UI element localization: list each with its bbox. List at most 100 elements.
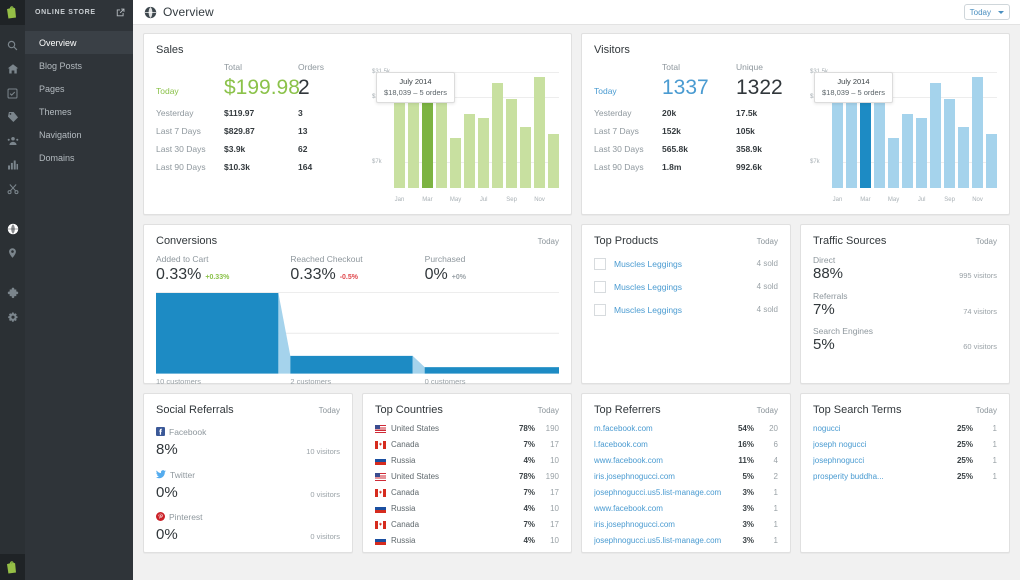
sidebar-item-navigation[interactable]: Navigation [25, 123, 133, 146]
products-tag-icon[interactable] [0, 105, 25, 129]
chart-bar[interactable] [930, 83, 941, 188]
row-name[interactable]: josephnogucci.us5.list-manage.com [594, 488, 726, 497]
chart-x-tick-label: May [450, 197, 461, 203]
stat-label: Reached Checkout [290, 254, 424, 264]
row-name[interactable]: l.facebook.com [594, 440, 726, 449]
chart-bar[interactable] [958, 127, 969, 188]
chart-bar[interactable] [394, 97, 405, 188]
row-percent: 78% [507, 472, 535, 481]
sidebar-item-domains[interactable]: Domains [25, 146, 133, 169]
rail-bottom-shopify-bag-icon[interactable] [0, 554, 25, 580]
settings-gear-icon[interactable] [0, 305, 25, 329]
apps-puzzle-icon[interactable] [0, 281, 25, 305]
row-name[interactable]: josephnogucci.us5.list-manage.com [594, 536, 726, 545]
list-item[interactable]: josephnogucci.us5.list-manage.com3%1 [594, 533, 778, 548]
row-percent: 4% [507, 536, 535, 545]
list-item[interactable]: prosperity buddha...25%1 [813, 469, 997, 484]
home-icon[interactable] [0, 57, 25, 81]
tooltip-detail: $18,039 – 5 orders [822, 88, 885, 97]
row-name[interactable]: joseph nogucci [813, 440, 945, 449]
row-name[interactable]: josephnogucci [813, 456, 945, 465]
chart-bar[interactable] [534, 77, 545, 188]
chart-bar[interactable] [846, 95, 857, 188]
external-link-icon[interactable] [116, 8, 125, 17]
top-referrers-list: m.facebook.com54%20l.facebook.com16%6www… [594, 421, 778, 548]
list-item[interactable]: josephnogucci25%1 [813, 453, 997, 468]
card-visitors-header: Visitors [594, 44, 997, 56]
chart-bar[interactable] [888, 138, 899, 188]
shopify-bag-icon[interactable] [0, 0, 25, 25]
chart-bar[interactable] [506, 99, 517, 188]
list-item[interactable]: www.facebook.com3%1 [594, 501, 778, 516]
card-top-referrers-header: Top Referrers Today [594, 404, 778, 416]
sidebar-item-pages[interactable]: Pages [25, 77, 133, 100]
chart-bar[interactable] [916, 118, 927, 188]
chart-bar[interactable] [986, 134, 997, 188]
card-range-label: Today [757, 237, 778, 246]
chart-bar[interactable] [422, 95, 433, 188]
row-label: Last 90 Days [594, 162, 662, 172]
list-item[interactable]: Muscles Leggings 4 sold [594, 298, 778, 321]
chart-bar[interactable] [944, 99, 955, 188]
column-header-unique: Unique [736, 62, 806, 72]
top-bar: Overview Today [133, 0, 1020, 25]
row-name[interactable]: prosperity buddha... [813, 472, 945, 481]
sidebar-item-themes[interactable]: Themes [25, 100, 133, 123]
list-item[interactable]: www.facebook.com11%4 [594, 453, 778, 468]
chart-bar[interactable] [520, 127, 531, 188]
product-name[interactable]: Muscles Leggings [614, 259, 757, 269]
table-row: Last 30 Days $3.9k 62 [156, 144, 368, 162]
list-item[interactable]: l.facebook.com16%6 [594, 437, 778, 452]
customers-icon[interactable] [0, 129, 25, 153]
product-name[interactable]: Muscles Leggings [614, 282, 757, 292]
row-name[interactable]: m.facebook.com [594, 424, 726, 433]
conversions-funnel-chart [156, 292, 559, 374]
flag-icon-us [375, 425, 386, 433]
list-item[interactable]: iris.josephnogucci.com3%1 [594, 517, 778, 532]
chart-bar[interactable] [450, 138, 461, 188]
chart-bar[interactable] [464, 114, 475, 188]
list-item[interactable]: Muscles Leggings 4 sold [594, 252, 778, 275]
list-item[interactable]: joseph nogucci25%1 [813, 437, 997, 452]
chart-bar[interactable] [902, 114, 913, 188]
list-item: Canada7%17 [375, 485, 559, 500]
search-icon[interactable] [0, 33, 25, 57]
list-item[interactable]: iris.josephnogucci.com5%2 [594, 469, 778, 484]
chart-bar[interactable] [478, 118, 489, 188]
row-percent: 3% [726, 520, 754, 529]
chart-bar[interactable] [972, 77, 983, 188]
chart-x-tick-label [492, 197, 503, 203]
row-percent: 7% [507, 440, 535, 449]
row-name[interactable]: iris.josephnogucci.com [594, 520, 726, 529]
row-name[interactable]: www.facebook.com [594, 456, 726, 465]
discounts-scissors-icon[interactable] [0, 177, 25, 201]
online-store-globe-icon[interactable] [0, 217, 25, 241]
row-total: $199.98 [224, 77, 298, 98]
product-sold-count: 4 sold [757, 282, 778, 291]
row-name[interactable]: nogucci [813, 424, 945, 433]
chart-bar[interactable] [548, 134, 559, 188]
list-item[interactable]: nogucci25%1 [813, 421, 997, 436]
row-name[interactable]: iris.josephnogucci.com [594, 472, 726, 481]
row-name[interactable]: www.facebook.com [594, 504, 726, 513]
date-range-button[interactable]: Today [964, 4, 1010, 20]
sidebar-item-blog-posts[interactable]: Blog Posts [25, 54, 133, 77]
product-name[interactable]: Muscles Leggings [614, 305, 757, 315]
row-percent: 25% [945, 424, 973, 433]
chart-bar[interactable] [860, 95, 871, 188]
location-pin-icon[interactable] [0, 241, 25, 265]
row-label: Last 30 Days [594, 144, 662, 154]
chart-bar[interactable] [832, 97, 843, 188]
list-item[interactable]: josephnogucci.us5.list-manage.com3%1 [594, 485, 778, 500]
sidebar-nav-list: Overview Blog Posts Pages Themes Navigat… [25, 25, 133, 169]
chart-bar[interactable] [492, 83, 503, 188]
sidebar-item-overview[interactable]: Overview [25, 31, 133, 54]
row-total: 565.8k [662, 144, 736, 154]
reports-bar-chart-icon[interactable] [0, 153, 25, 177]
orders-checkbox-icon[interactable] [0, 81, 25, 105]
list-item[interactable]: Muscles Leggings 4 sold [594, 275, 778, 298]
chart-y-tick-label: $7k [372, 159, 382, 165]
list-item[interactable]: m.facebook.com54%20 [594, 421, 778, 436]
chart-x-tick-label [846, 197, 857, 203]
chart-bar[interactable] [408, 95, 419, 188]
